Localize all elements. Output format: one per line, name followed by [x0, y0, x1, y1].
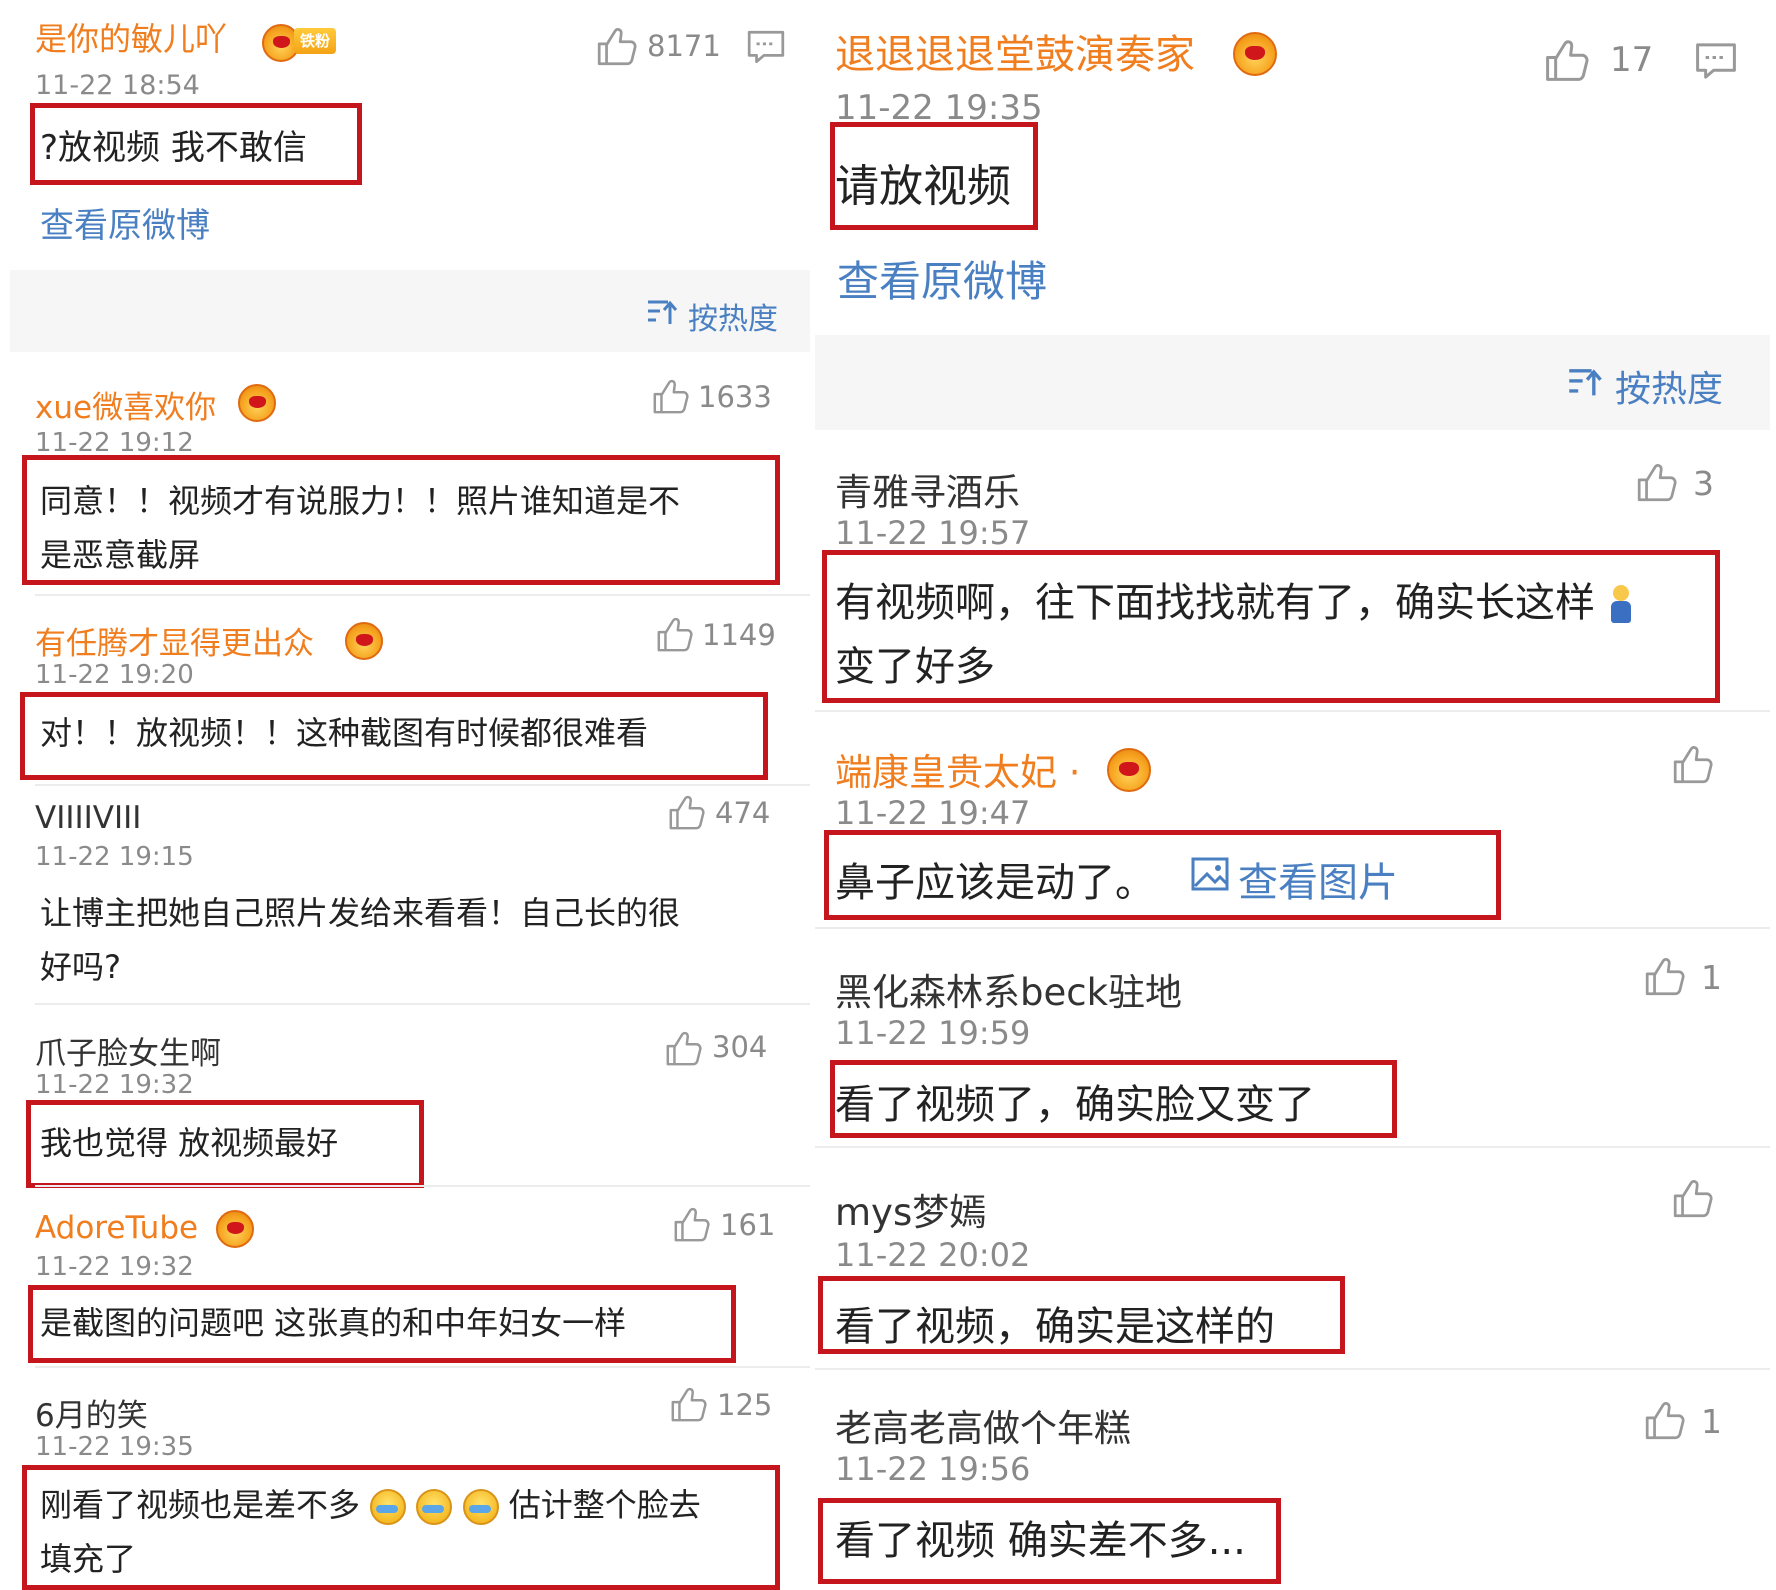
crown-badge-icon — [238, 384, 276, 422]
crown-badge-icon — [216, 1210, 254, 1248]
comment-bubble-icon[interactable] — [745, 26, 787, 68]
right-screenshot: 退退退退堂鼓演奏家 17 11-22 19:35 请放视频 查看原微博 按热度 … — [815, 0, 1770, 1590]
comment-like-count: 1 — [1701, 958, 1722, 997]
thumbs-up-icon[interactable] — [595, 26, 637, 68]
thumbs-up-icon[interactable] — [1671, 1178, 1713, 1220]
highlight-box — [26, 1100, 424, 1188]
thumbs-up-icon[interactable] — [672, 1206, 710, 1244]
comment-time: 11-22 19:35 — [35, 1432, 194, 1462]
thumbs-up-icon[interactable] — [1671, 744, 1713, 786]
post-time: 11-22 18:54 — [35, 70, 200, 101]
crown-badge-icon — [1233, 32, 1277, 76]
highlight-box — [822, 550, 1720, 703]
thumbs-up-icon[interactable] — [655, 616, 693, 654]
comment-username[interactable]: 有任腾才显得更出众 — [35, 618, 314, 663]
comment-like-count: 1149 — [702, 618, 776, 652]
comment-time: 11-22 19:57 — [835, 514, 1031, 552]
comment-username[interactable]: xue微喜欢你 — [35, 382, 216, 427]
highlight-box — [22, 1465, 780, 1590]
divider — [815, 1368, 1770, 1370]
comment-username[interactable]: 青雅寻酒乐 — [835, 462, 1020, 516]
comment-username[interactable]: 黑化森林系beck驻地 — [835, 962, 1182, 1016]
divider — [35, 1185, 810, 1187]
post-like-count: 17 — [1610, 40, 1654, 80]
comment-time: 11-22 19:47 — [835, 794, 1031, 832]
divider — [815, 710, 1770, 712]
comment-username[interactable]: VIIIIVIII — [35, 800, 141, 836]
view-original-link[interactable]: 查看原微博 — [40, 198, 210, 247]
comment-username[interactable]: AdoreTube — [35, 1210, 198, 1246]
comment-bubble-icon[interactable] — [1693, 38, 1739, 84]
comment-like-count: 1 — [1701, 1402, 1722, 1441]
sort-button[interactable]: 按热度 — [1615, 360, 1723, 412]
comment-like-count: 474 — [715, 796, 771, 830]
crown-badge-icon — [1107, 748, 1151, 792]
comment-text: 好吗? — [40, 948, 121, 986]
comment-time: 11-22 19:59 — [835, 1014, 1031, 1052]
thumbs-up-icon[interactable] — [667, 794, 705, 832]
thumbs-up-icon[interactable] — [664, 1030, 702, 1068]
comment-like-count: 304 — [712, 1030, 768, 1064]
comment-time: 11-22 19:56 — [835, 1450, 1031, 1488]
divider — [815, 927, 1770, 929]
highlight-box — [28, 1285, 736, 1363]
comment-time: 11-22 19:20 — [35, 660, 194, 690]
highlight-box — [824, 830, 1501, 920]
crown-badge-icon — [345, 622, 383, 660]
sort-icon — [646, 298, 680, 326]
divider — [35, 594, 810, 596]
comment-username[interactable]: 6月的笑 — [35, 1390, 148, 1435]
divider — [35, 1003, 810, 1005]
fan-badge: 铁粉 — [294, 28, 337, 54]
highlight-box — [830, 1060, 1397, 1138]
highlight-box — [818, 1276, 1345, 1354]
post-like-count: 8171 — [647, 29, 721, 63]
highlight-box — [818, 1498, 1281, 1584]
thumbs-up-icon[interactable] — [669, 1386, 707, 1424]
comment-time: 11-22 19:32 — [35, 1070, 194, 1100]
comment-username[interactable]: mys梦嫣 — [835, 1182, 986, 1236]
comment-like-count: 125 — [717, 1388, 773, 1422]
thumbs-up-icon[interactable] — [1635, 462, 1677, 504]
comment-username[interactable]: 爪子脸女生啊 — [35, 1028, 221, 1073]
comment-time: 11-22 19:12 — [35, 428, 194, 458]
highlight-box — [30, 103, 362, 185]
highlight-box — [830, 122, 1038, 230]
sort-button[interactable]: 按热度 — [688, 294, 778, 338]
comment-time: 11-22 19:15 — [35, 842, 194, 872]
view-original-link[interactable]: 查看原微博 — [837, 248, 1047, 309]
divider — [815, 1146, 1770, 1148]
post-username[interactable]: 退退退退堂鼓演奏家 — [835, 22, 1195, 80]
comment-text: 让博主把她自己照片发给来看看！自己长的很 — [40, 894, 681, 932]
post-username[interactable]: 是你的敏儿吖 — [35, 14, 227, 60]
thumbs-up-icon[interactable] — [1643, 956, 1685, 998]
comment-like-count: 1633 — [698, 380, 772, 414]
comment-time: 11-22 20:02 — [835, 1236, 1031, 1274]
highlight-box — [20, 692, 768, 780]
thumbs-up-icon[interactable] — [1643, 1400, 1685, 1442]
left-screenshot: 是你的敏儿吖 铁粉 8171 11-22 18:54 ?放视频 我不敢信 查看原… — [10, 0, 810, 1590]
comment-like-count: 3 — [1693, 464, 1714, 503]
comment-username[interactable]: 老高老高做个年糕 — [835, 1398, 1131, 1452]
comment-username[interactable]: 端康皇贵太妃 · — [835, 742, 1081, 796]
highlight-box — [22, 455, 780, 585]
comment-time: 11-22 19:32 — [35, 1252, 194, 1282]
divider — [35, 1366, 810, 1368]
divider — [35, 784, 810, 786]
comment-like-count: 161 — [720, 1208, 776, 1242]
thumbs-up-icon[interactable] — [1543, 38, 1589, 84]
thumbs-up-icon[interactable] — [651, 378, 689, 416]
sort-icon — [1567, 366, 1605, 398]
